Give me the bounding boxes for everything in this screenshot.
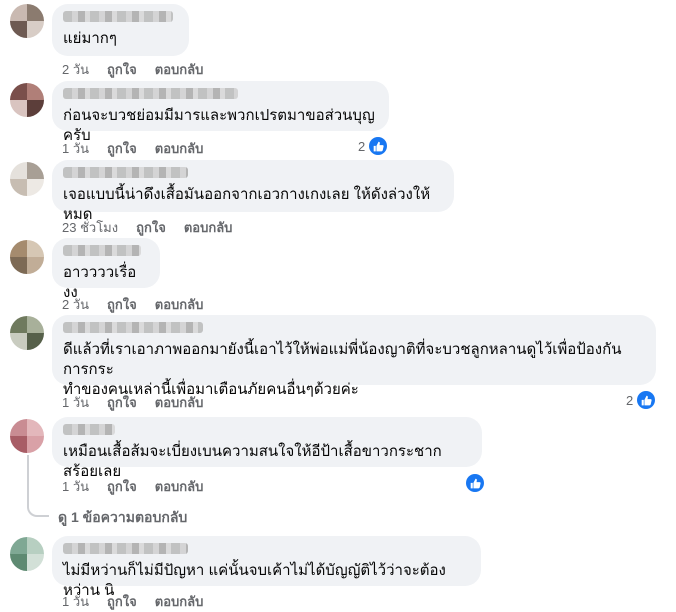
author-name-blurred[interactable] bbox=[63, 543, 188, 554]
comment-time[interactable]: 2 วัน bbox=[62, 59, 89, 80]
comment-text: แย่มากๆ bbox=[63, 30, 117, 47]
author-name-blurred[interactable] bbox=[63, 88, 238, 99]
reaction-count[interactable] bbox=[462, 474, 485, 492]
reaction-number: 2 bbox=[358, 138, 366, 154]
comment-text: ดีแล้วที่เราเอาภาพออกมายังนี้เอาไว้ให้พ่… bbox=[63, 341, 622, 398]
like-button[interactable]: ถูกใจ bbox=[107, 59, 137, 80]
author-name-blurred[interactable] bbox=[63, 245, 141, 256]
thread-line bbox=[27, 455, 29, 503]
reply-button[interactable]: ตอบกลับ bbox=[155, 476, 204, 497]
avatar[interactable] bbox=[10, 537, 44, 571]
reaction-count[interactable]: 2 bbox=[354, 137, 389, 155]
reply-button[interactable]: ตอบกลับ bbox=[155, 138, 204, 159]
thumbs-up-icon bbox=[369, 137, 388, 155]
reaction-count[interactable]: 2 bbox=[622, 391, 657, 409]
like-button[interactable]: ถูกใจ bbox=[107, 138, 137, 159]
avatar[interactable] bbox=[10, 240, 44, 274]
reply-button[interactable]: ตอบกลับ bbox=[155, 59, 204, 80]
comment-time[interactable]: 1 วัน bbox=[62, 392, 89, 413]
like-button[interactable]: ถูกใจ bbox=[107, 294, 137, 315]
comment-time[interactable]: 1 วัน bbox=[62, 138, 89, 159]
comment-bubble: ดีแล้วที่เราเอาภาพออกมายังนี้เอาไว้ให้พ่… bbox=[52, 315, 656, 398]
reaction-number: 2 bbox=[626, 392, 634, 408]
comment-time[interactable]: 2 วัน bbox=[62, 294, 89, 315]
comment-bubble: ก่อนจะบวชย่อมมีมารและพวกเปรตมาขอส่วนบุญค… bbox=[52, 81, 389, 144]
view-replies-label: ดู 1 ข้อความตอบกลับ bbox=[58, 509, 188, 525]
like-button[interactable]: ถูกใจ bbox=[107, 476, 137, 497]
comment-bubble: เหมือนเสื้อส้มจะเบี่ยงเบนความสนใจให้อีป้… bbox=[52, 417, 482, 480]
comment-bubble: อาววววเรื่องง bbox=[52, 238, 160, 301]
author-name-blurred[interactable] bbox=[63, 322, 203, 333]
comment-time[interactable]: 23 ชั่วโมง bbox=[62, 217, 118, 238]
avatar[interactable] bbox=[10, 4, 44, 38]
like-button[interactable]: ถูกใจ bbox=[136, 217, 166, 238]
comment-time[interactable]: 1 วัน bbox=[62, 476, 89, 497]
comment-bubble: แย่มากๆ bbox=[52, 4, 189, 56]
view-replies-link[interactable]: ดู 1 ข้อความตอบกลับ bbox=[58, 507, 187, 529]
avatar[interactable] bbox=[10, 316, 44, 350]
avatar[interactable] bbox=[10, 419, 44, 453]
thumbs-up-icon bbox=[637, 391, 656, 409]
reply-button[interactable]: ตอบกลับ bbox=[184, 217, 233, 238]
comment-bubble: ไม่มีหว่านก็ไม่มีปัญหา แค่นั้นจบเค้าไม่ไ… bbox=[52, 536, 481, 599]
like-button[interactable]: ถูกใจ bbox=[107, 392, 137, 413]
comment-bubble: เจอแบบนี้น่าดึงเสื้อมันออกจากเอวกางเกงเล… bbox=[52, 160, 454, 223]
reply-button[interactable]: ตอบกลับ bbox=[155, 392, 204, 413]
avatar[interactable] bbox=[10, 83, 44, 117]
thread-elbow bbox=[27, 503, 49, 517]
author-name-blurred[interactable] bbox=[63, 167, 188, 178]
reply-button[interactable]: ตอบกลับ bbox=[155, 294, 204, 315]
thumbs-up-icon bbox=[466, 474, 484, 492]
author-name-blurred[interactable] bbox=[63, 11, 173, 22]
avatar[interactable] bbox=[10, 162, 44, 196]
author-name-blurred[interactable] bbox=[63, 424, 115, 435]
